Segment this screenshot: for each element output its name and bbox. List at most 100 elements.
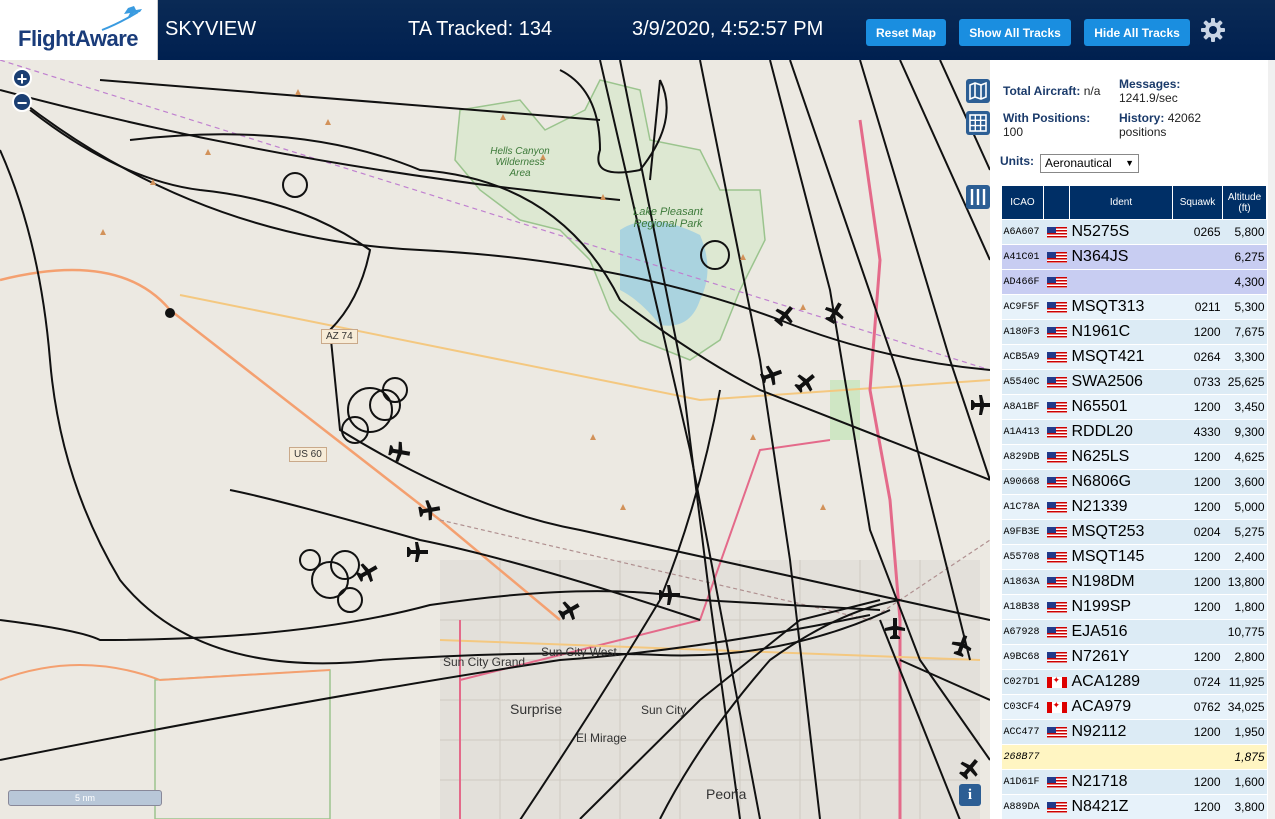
table-row[interactable]: A55708 MSQT145 1200 2,400 <box>1001 544 1267 570</box>
col-altitude[interactable]: Altitude (ft) <box>1222 185 1267 220</box>
units-label: Units: <box>1000 154 1034 168</box>
altitude-cell: 9,300 <box>1222 419 1267 445</box>
panel-scrollbar[interactable] <box>1268 60 1275 819</box>
table-row[interactable]: A5540C SWA2506 0733 25,625 <box>1001 369 1267 395</box>
table-row[interactable]: A829DB N625LS 1200 4,625 <box>1001 444 1267 470</box>
icao-cell: A9FB3E <box>1001 519 1044 545</box>
zoom-out-button[interactable]: − <box>12 92 32 112</box>
icao-cell: A1D61F <box>1001 769 1044 795</box>
chevron-down-icon: ▼ <box>1125 158 1134 168</box>
info-button[interactable]: i <box>959 784 981 806</box>
table-row[interactable]: ACB5A9 MSQT421 0264 3,300 <box>1001 344 1267 370</box>
flag-cell <box>1043 469 1070 495</box>
icao-cell: A9BC68 <box>1001 644 1044 670</box>
squawk-cell: 1200 <box>1172 769 1223 795</box>
table-row[interactable]: A67928 EJA516 10,775 <box>1001 619 1267 645</box>
ident-cell <box>1069 269 1173 295</box>
icao-cell: A8A1BF <box>1001 394 1044 420</box>
ident-cell: N5275S <box>1069 219 1173 245</box>
ident-cell: N92112 <box>1069 719 1173 745</box>
us-flag-icon <box>1046 351 1067 363</box>
col-icao[interactable]: ICAO <box>1001 185 1044 220</box>
ident-cell: N625LS <box>1069 444 1173 470</box>
reset-map-button[interactable]: Reset Map <box>866 19 946 46</box>
table-row[interactable]: A9BC68 N7261Y 1200 2,800 <box>1001 644 1267 670</box>
table-row[interactable]: 268B77 1,875 <box>1001 744 1267 770</box>
altitude-cell: 3,300 <box>1222 344 1267 370</box>
history-label: History: <box>1119 111 1165 125</box>
table-row[interactable]: C03CF4 ACA979076234,025 <box>1001 694 1267 720</box>
table-row[interactable]: A18B38 N199SP 1200 1,800 <box>1001 594 1267 620</box>
map-label-us60: US 60 <box>289 447 327 462</box>
col-squawk[interactable]: Squawk <box>1172 185 1223 220</box>
table-row[interactable]: A9FB3E MSQT253 0204 5,275 <box>1001 519 1267 545</box>
flag-cell <box>1043 494 1070 520</box>
map-label-sun-city-grand: Sun City Grand <box>443 655 526 669</box>
table-row[interactable]: A41C01 N364JS 6,275 <box>1001 244 1267 270</box>
col-ident[interactable]: Ident <box>1069 185 1173 220</box>
ident-cell: EJA516 <box>1069 619 1173 645</box>
squawk-cell: 1200 <box>1172 394 1223 420</box>
ident-cell: N1961C <box>1069 319 1173 345</box>
altitude-cell: 5,300 <box>1222 294 1267 320</box>
table-row[interactable]: A889DA N8421Z 1200 3,800 <box>1001 794 1267 819</box>
hide-all-tracks-button[interactable]: Hide All Tracks <box>1084 19 1190 46</box>
canada-flag-icon <box>1046 700 1067 713</box>
map-label-hells-canyon: Hells Canyon Wilderness Area <box>490 146 550 179</box>
map-area[interactable]: Hells Canyon Wilderness Area Lake Pleasa… <box>0 60 990 819</box>
table-row[interactable]: ACC477 N92112 1200 1,950 <box>1001 719 1267 745</box>
table-row[interactable]: A90668 N6806G 1200 3,600 <box>1001 469 1267 495</box>
icao-cell: ACB5A9 <box>1001 344 1044 370</box>
units-select[interactable]: Aeronautical ▼ <box>1040 154 1139 173</box>
map-layer-button[interactable] <box>966 79 990 103</box>
table-row[interactable]: A1D61F N21718 1200 1,600 <box>1001 769 1267 795</box>
squawk-cell <box>1172 619 1223 645</box>
map-label-peoria: Peoria <box>706 786 747 802</box>
table-row[interactable]: A1863A N198DM 1200 13,800 <box>1001 569 1267 595</box>
current-datetime: 3/9/2020, 4:52:57 PM <box>632 18 824 40</box>
messages-stat: Messages: 1241.9/sec <box>1119 77 1180 105</box>
table-row[interactable]: AC9F5F MSQT313 0211 5,300 <box>1001 294 1267 320</box>
road-southwest <box>0 664 331 682</box>
flag-cell <box>1043 644 1070 670</box>
squawk-cell: 0211 <box>1172 294 1223 320</box>
map-label-lake-pleasant: Lake Pleasant Regional Park <box>633 206 703 230</box>
col-flag[interactable] <box>1043 185 1070 220</box>
gear-icon[interactable] <box>1200 17 1226 43</box>
table-row[interactable]: A180F3 N1961C 1200 7,675 <box>1001 319 1267 345</box>
ident-cell: RDDL20 <box>1069 419 1173 445</box>
table-row[interactable]: C027D1 ACA1289072411,925 <box>1001 669 1267 695</box>
us-flag-icon <box>1046 601 1067 613</box>
map-label-surprise: Surprise <box>510 701 563 717</box>
logo-text: FlightAware <box>18 26 139 51</box>
flag-cell <box>1043 794 1070 819</box>
altitude-cell: 11,925 <box>1222 669 1267 695</box>
flag-cell <box>1043 769 1070 795</box>
table-row[interactable]: A1A413 RDDL20 4330 9,300 <box>1001 419 1267 445</box>
flag-cell <box>1043 744 1070 770</box>
table-row[interactable]: A6A607 N5275S 0265 5,800 <box>1001 219 1267 245</box>
ident-cell <box>1069 744 1173 770</box>
altitude-cell: 13,800 <box>1222 569 1267 595</box>
icao-cell: A889DA <box>1001 794 1044 819</box>
columns-toggle-button[interactable] <box>966 185 990 209</box>
map-label-az74: AZ 74 <box>321 329 358 344</box>
flag-cell <box>1043 544 1070 570</box>
us-flag-icon <box>1046 501 1067 513</box>
icao-cell: A6A607 <box>1001 219 1044 245</box>
zoom-in-button[interactable]: + <box>12 68 32 88</box>
table-header-row: ICAO Ident Squawk Altitude (ft) <box>1001 185 1267 220</box>
us-flag-icon <box>1046 626 1067 638</box>
altitude-cell: 1,800 <box>1222 594 1267 620</box>
grid-toggle-button[interactable] <box>966 111 990 135</box>
table-row[interactable]: AD466F 4,300 <box>1001 269 1267 295</box>
altitude-cell: 7,675 <box>1222 319 1267 345</box>
map-scale-bar: 5 nm <box>8 790 162 806</box>
icao-cell: C027D1 <box>1001 669 1044 695</box>
flightaware-logo[interactable]: FlightAware <box>0 0 158 60</box>
altitude-cell: 2,800 <box>1222 644 1267 670</box>
show-all-tracks-button[interactable]: Show All Tracks <box>959 19 1071 46</box>
us-flag-icon <box>1046 401 1067 413</box>
table-row[interactable]: A1C78A N21339 1200 5,000 <box>1001 494 1267 520</box>
table-row[interactable]: A8A1BF N65501 1200 3,450 <box>1001 394 1267 420</box>
